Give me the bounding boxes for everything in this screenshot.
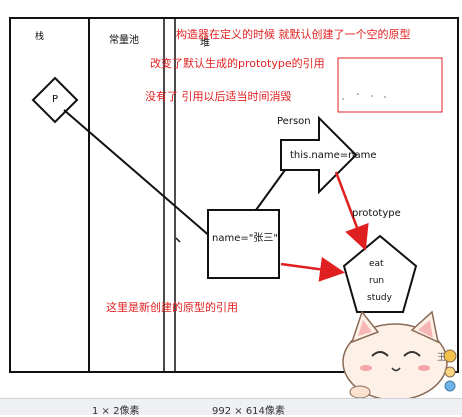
faded-dots bbox=[342, 93, 386, 100]
constant-pool-label: 常量池 bbox=[109, 35, 139, 46]
p-to-instance-line bbox=[63, 109, 213, 239]
instance-to-prototype-arrow bbox=[280, 256, 345, 282]
mascot-badge-text: 王 bbox=[437, 353, 447, 363]
proto-method-run: run bbox=[369, 276, 385, 286]
instance-to-person-line bbox=[255, 169, 286, 211]
instance-name-label: name="张三" bbox=[212, 233, 278, 244]
prototype-label: prototype bbox=[352, 208, 401, 219]
person-label: Person bbox=[277, 116, 311, 127]
status-bar: 1 × 2像素 992 × 614像素 bbox=[0, 398, 462, 417]
instance-box bbox=[207, 209, 280, 279]
cat-mascot bbox=[342, 310, 448, 401]
note-default-prototype: 构造器在定义的时候 就默认创建了一个空的原型 bbox=[176, 28, 411, 41]
note-box bbox=[337, 57, 443, 113]
note-changed-reference: 改变了默认生成的prototype的引用 bbox=[150, 57, 325, 70]
constructor-body-label: this.name=name bbox=[290, 150, 377, 161]
proto-method-study: study bbox=[367, 293, 392, 303]
p-variable-label: P bbox=[52, 94, 59, 105]
note-garbage-collected: 没有了 引用以后适当时间消毁 bbox=[145, 90, 292, 103]
heap-tick bbox=[175, 237, 181, 243]
stack-label: 栈 bbox=[35, 32, 45, 42]
proto-method-eat: eat bbox=[369, 259, 384, 269]
status-selection-size: 1 × 2像素 bbox=[92, 406, 140, 417]
memory-frame bbox=[9, 17, 459, 373]
status-image-size: 992 × 614像素 bbox=[212, 406, 285, 417]
note-new-prototype-ref: 这里是新创建的原型的引用 bbox=[106, 301, 238, 314]
